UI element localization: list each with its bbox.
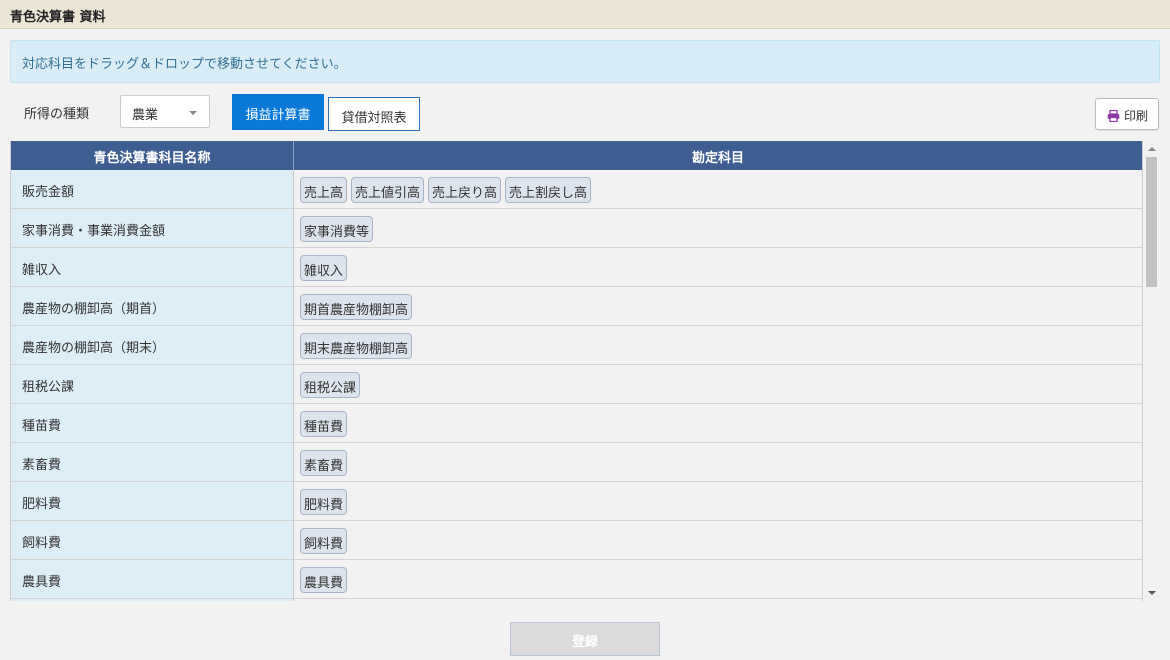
table-row: 租税公課 租税公課 [11, 365, 1142, 404]
table-row: 家事消費・事業消費金額 家事消費等 [11, 209, 1142, 248]
statement-item-name: 雑収入 [11, 248, 294, 286]
table-scrollbar[interactable] [1143, 141, 1160, 601]
account-chip[interactable]: 期末農産物棚卸高 [300, 333, 413, 359]
account-drop-zone[interactable] [294, 599, 1142, 601]
account-drop-zone[interactable]: 家事消費等 [294, 209, 1142, 247]
statement-item-name: 農産物の棚卸高（期首） [11, 287, 294, 325]
mapping-table: 青色決算書科目名称 勘定科目 販売金額 売上高 売上値引高 売上戻り高 売上割戻し高 家事… [10, 141, 1143, 601]
account-chip[interactable]: 家事消費等 [300, 216, 374, 242]
income-type-select[interactable]: 農業 [120, 95, 210, 128]
tab-profit-loss[interactable]: 損益計算書 [232, 94, 324, 130]
column-header-account: 勘定科目 [691, 151, 744, 166]
register-button[interactable]: 登録 [510, 622, 660, 656]
table-body: 販売金額 売上高 売上値引高 売上戻り高 売上割戻し高 家事消費・事業消費金額 家事消費等雑… [11, 170, 1142, 601]
chevron-down-icon [189, 111, 197, 115]
printer-icon [1107, 109, 1120, 123]
table-row: 農具費 農具費 [11, 560, 1142, 599]
print-button[interactable]: 印刷 [1095, 98, 1159, 130]
account-drop-zone[interactable]: 農具費 [294, 560, 1142, 598]
income-type-value: 農業 [132, 108, 159, 123]
account-chip[interactable]: 種苗費 [300, 411, 348, 437]
column-header-statement-item: 青色決算書科目名称 [11, 141, 294, 170]
table-row: 素畜費 素畜費 [11, 443, 1142, 482]
tab-balance-sheet[interactable]: 貸借対照表 [328, 97, 420, 131]
account-drop-zone[interactable]: 素畜費 [294, 443, 1142, 481]
account-chip[interactable]: 雑収入 [300, 255, 348, 281]
account-chip[interactable]: 売上戻り高 [428, 177, 502, 203]
statement-item-name: 肥料費 [11, 482, 294, 520]
account-drop-zone[interactable]: 飼料費 [294, 521, 1142, 559]
statement-item-name: 租税公課 [11, 365, 294, 403]
print-label: 印刷 [1124, 109, 1149, 123]
account-chip[interactable]: 売上割戻し高 [505, 177, 592, 203]
account-chip[interactable]: 売上高 [300, 177, 348, 203]
table-row: 雑収入 雑収入 [11, 248, 1142, 287]
table-row: 種苗費 種苗費 [11, 404, 1142, 443]
account-chip[interactable]: 素畜費 [300, 450, 348, 476]
account-drop-zone[interactable]: 雑収入 [294, 248, 1142, 286]
income-type-label: 所得の種類 [24, 107, 90, 122]
statement-item-name: 飼料費 [11, 521, 294, 559]
statement-item-name: 家事消費・事業消費金額 [11, 209, 294, 247]
table-row: 飼料費 飼料費 [11, 521, 1142, 560]
instruction-notice: 対応科目をドラッグ＆ドロップで移動させてください。 [10, 40, 1160, 83]
account-chip[interactable]: 農具費 [300, 567, 348, 593]
account-drop-zone[interactable]: 期首農産物棚卸高 [294, 287, 1142, 325]
statement-item-name: 素畜費 [11, 443, 294, 481]
statement-item-name [11, 599, 294, 601]
statement-item-name: 種苗費 [11, 404, 294, 442]
account-chip[interactable]: 肥料費 [300, 489, 348, 515]
account-chip[interactable]: 租税公課 [300, 372, 361, 398]
account-drop-zone[interactable]: 売上高 売上値引高 売上戻り高 売上割戻し高 [294, 170, 1142, 208]
scroll-down-icon[interactable] [1148, 591, 1156, 595]
statement-item-name: 販売金額 [11, 170, 294, 208]
statement-item-name: 農具費 [11, 560, 294, 598]
scroll-up-icon[interactable] [1148, 147, 1156, 151]
page-title: 青色決算書 資料 [0, 0, 1170, 29]
table-header: 青色決算書科目名称 勘定科目 [11, 141, 1142, 170]
account-chip[interactable]: 期首農産物棚卸高 [300, 294, 413, 320]
account-drop-zone[interactable]: 期末農産物棚卸高 [294, 326, 1142, 364]
account-drop-zone[interactable]: 肥料費 [294, 482, 1142, 520]
table-row: 農産物の棚卸高（期首） 期首農産物棚卸高 [11, 287, 1142, 326]
account-chip[interactable]: 売上値引高 [351, 177, 425, 203]
account-chip[interactable]: 飼料費 [300, 528, 348, 554]
table-row: 肥料費 肥料費 [11, 482, 1142, 521]
scroll-thumb[interactable] [1146, 157, 1157, 287]
account-drop-zone[interactable]: 種苗費 [294, 404, 1142, 442]
statement-item-name: 農産物の棚卸高（期末） [11, 326, 294, 364]
table-row: 販売金額 売上高 売上値引高 売上戻り高 売上割戻し高 [11, 170, 1142, 209]
account-drop-zone[interactable]: 租税公課 [294, 365, 1142, 403]
table-row: 農産物の棚卸高（期末） 期末農産物棚卸高 [11, 326, 1142, 365]
table-row [11, 599, 1142, 601]
